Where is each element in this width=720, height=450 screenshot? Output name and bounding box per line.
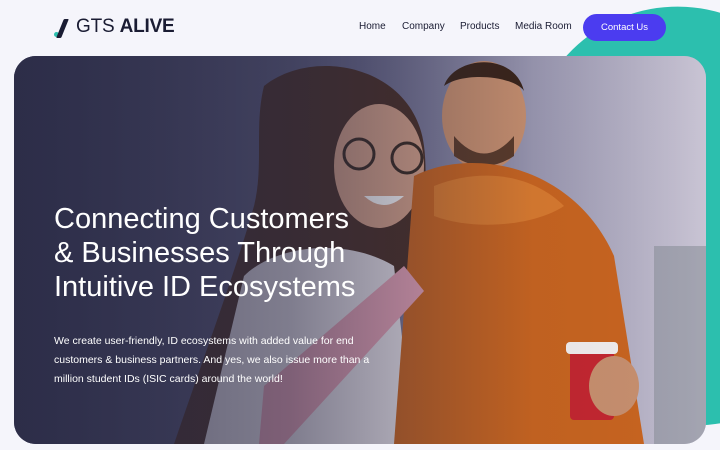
logo-prefix: GTS xyxy=(76,16,115,37)
hero-description: We create user-friendly, ID ecosystems w… xyxy=(54,332,374,389)
hero-title-line: & Businesses Through xyxy=(54,237,346,269)
hero-banner: Connecting Customers & Businesses Throug… xyxy=(14,56,706,444)
nav-company[interactable]: Company xyxy=(402,21,445,32)
hero-title-line: Intuitive ID Ecosystems xyxy=(54,271,356,303)
nav-home[interactable]: Home xyxy=(359,21,386,32)
site-header: GTS ALIVE Home Company Products Media Ro… xyxy=(0,0,720,56)
logo[interactable]: GTS ALIVE xyxy=(54,16,175,38)
hero-title-line: Connecting Customers xyxy=(54,203,349,235)
hero-title: Connecting Customers & Businesses Throug… xyxy=(54,202,394,304)
nav-products[interactable]: Products xyxy=(460,21,499,32)
logo-icon xyxy=(54,17,70,38)
logo-suffix: ALIVE xyxy=(119,16,175,37)
contact-us-button[interactable]: Contact Us xyxy=(583,14,666,41)
nav-media-room[interactable]: Media Room xyxy=(515,21,572,32)
logo-text: GTS ALIVE xyxy=(76,16,175,38)
hero-description-line: We create user-friendly, ID ecosystems w… xyxy=(54,335,354,347)
hero-description-line: million student IDs (ISIC cards) around … xyxy=(54,373,283,385)
hero-description-line: customers & business partners. And yes, … xyxy=(54,354,370,366)
